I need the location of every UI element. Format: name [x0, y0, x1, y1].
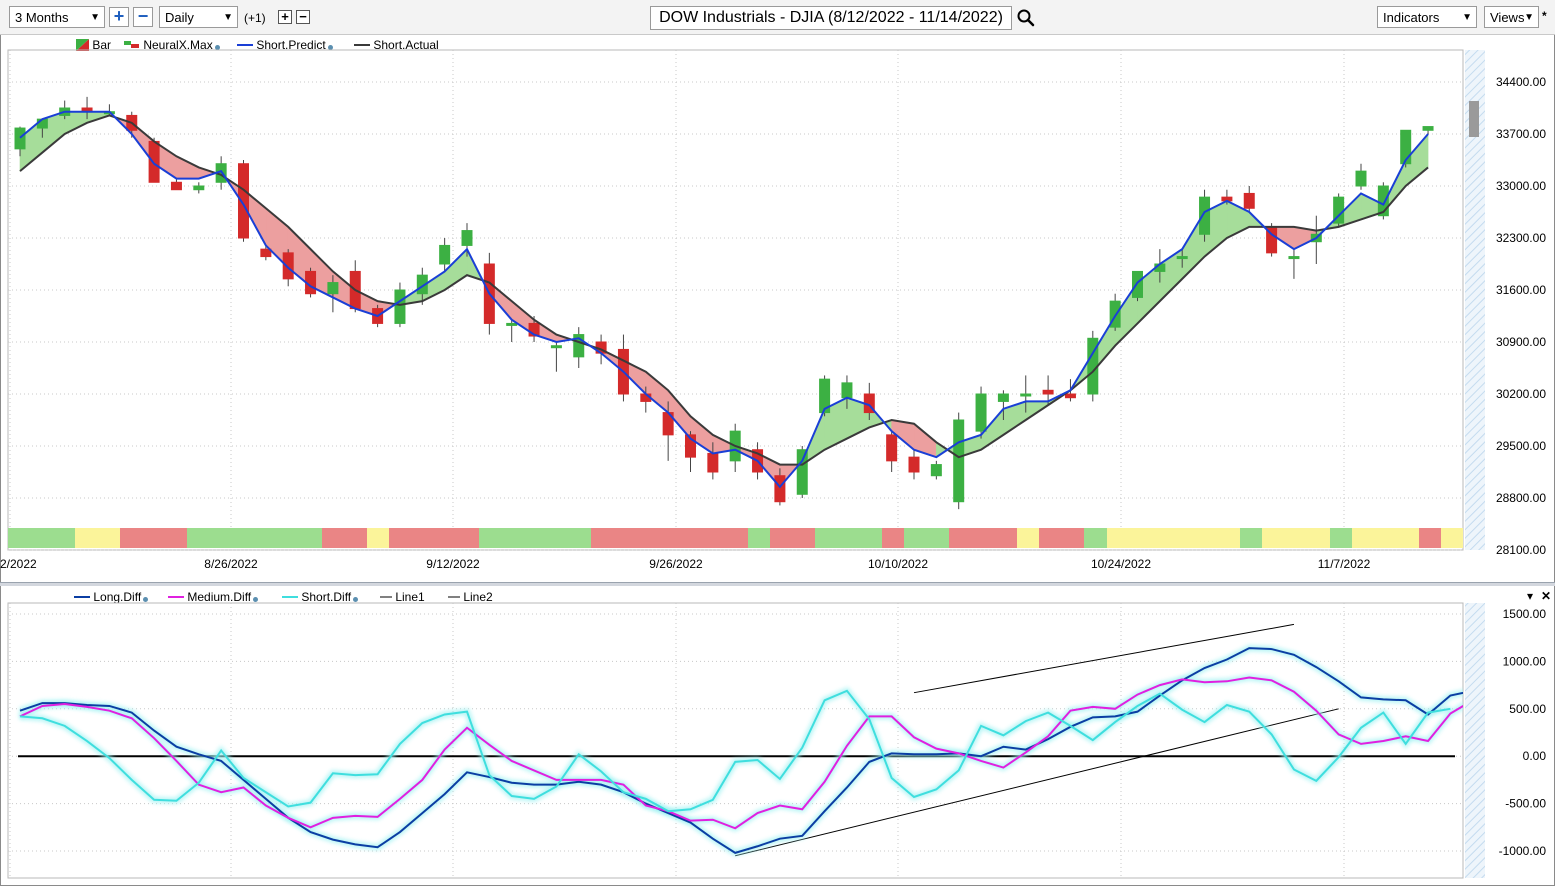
date-axis-tick-label: 9/12/2022: [426, 557, 480, 571]
signal-band-segment: [1262, 528, 1330, 548]
signal-band-segment: [770, 528, 815, 548]
oscillator-grid: [7, 602, 1485, 879]
signal-band-segment: [8, 528, 75, 548]
candle-body: [774, 475, 786, 503]
signal-band-segment: [949, 528, 1017, 548]
scroll-thumb: [1469, 101, 1479, 137]
candle-body: [886, 434, 898, 462]
signal-band-segment: [75, 528, 120, 548]
candle-body: [36, 118, 48, 129]
signal-band-segment: [1107, 528, 1240, 548]
candle-body: [461, 230, 473, 246]
signal-band-segment: [882, 528, 904, 548]
oscillator-plot-border: [7, 602, 1464, 879]
signal-band-segment: [591, 528, 748, 548]
price-plot-border: [7, 49, 1464, 551]
candle-body: [1355, 170, 1367, 187]
date-axis-tick-label: 9/26/2022: [649, 557, 703, 571]
signal-band-segment: [1330, 528, 1352, 548]
chart-canvas: 34400.00 33700.00 33000.00 32300.00 31600.00…: [0, 49, 1547, 879]
date-axis-tick-label: 10/24/2022: [1091, 557, 1151, 571]
candle-body: [930, 464, 942, 477]
candle-body: [1422, 126, 1434, 131]
price-axis-tick-label: 29500.00: [1496, 439, 1546, 453]
candle-body: [975, 393, 987, 432]
price-axis-tick-label: 28100.00: [1496, 543, 1546, 557]
date-axis-tick-label: 11/7/2022: [1318, 557, 1371, 571]
oscillator-axis-tick-label: -1000.00: [1499, 844, 1547, 858]
signal-band-segment: [322, 528, 367, 548]
short-diff-line-glow: [19, 687, 1451, 815]
candle-body: [1288, 256, 1300, 260]
oscillator-axis-tick-label: 0.00: [1523, 749, 1547, 763]
signal-band-segment: [748, 528, 770, 548]
oscillator-axis-tick-label: 1000.00: [1503, 654, 1547, 668]
price-axis-tick-label: 31600.00: [1496, 283, 1546, 297]
predict-actual-fill: [645, 371, 669, 414]
candle-body: [394, 289, 406, 324]
signal-band-segment: [904, 528, 949, 548]
medium-diff-line: [19, 676, 1463, 830]
candle-body: [282, 252, 294, 280]
price-plot: [8, 96, 1463, 548]
signal-band-segment: [1017, 528, 1039, 548]
price-axis-tick-label: 32300.00: [1496, 231, 1546, 245]
candle-body: [1064, 393, 1076, 399]
oscillator-plot: [18, 623, 1463, 857]
signal-band-segment: [187, 528, 322, 548]
price-grid: [7, 49, 1485, 551]
candle-body: [193, 185, 205, 191]
price-axis-tick-label: 28800.00: [1496, 491, 1546, 505]
signal-band-segment: [389, 528, 479, 548]
medium-diff-line-glow: [18, 674, 1463, 832]
oscillator-axis-tick-label: -500.00: [1505, 797, 1546, 811]
candle-body: [707, 452, 719, 473]
predict-actual-fill: [1003, 401, 1027, 436]
candle-body: [1176, 256, 1188, 260]
price-axis-tick-label: 33000.00: [1496, 179, 1546, 193]
price-axis-tick-label: 30900.00: [1496, 335, 1546, 349]
date-axis-tick-label: 10/10/2022: [868, 557, 928, 571]
candle-body: [1243, 192, 1255, 209]
candle-body: [550, 345, 562, 349]
candle-body: [997, 393, 1009, 402]
candle-body: [908, 456, 920, 473]
candle-body: [439, 244, 451, 265]
price-axis-tick-label: 33700.00: [1496, 127, 1546, 141]
candle-body: [1199, 196, 1211, 235]
signal-band-segment: [479, 528, 591, 548]
candle-body: [1132, 270, 1143, 298]
signal-band-segment: [815, 528, 882, 548]
signal-band-segment: [1084, 528, 1107, 548]
candle-body: [1020, 393, 1032, 397]
candle-body: [148, 140, 160, 183]
oscillator-axis-tick-label: 1500.00: [1503, 607, 1547, 621]
candle-body: [14, 127, 26, 150]
signal-band-segment: [1419, 528, 1441, 548]
date-axis-tick-label: 8/12/2022: [0, 557, 37, 571]
candle-body: [327, 282, 339, 295]
candle-body: [1042, 389, 1054, 395]
signal-band-segment: [1352, 528, 1419, 548]
signal-band-segment: [367, 528, 389, 548]
date-axis-tick-label: 8/26/2022: [204, 557, 258, 571]
signal-band-segment: [120, 528, 187, 548]
candle-body: [796, 449, 808, 495]
oscillator-axis-tick-label: 500.00: [1509, 702, 1546, 716]
signal-band-segment: [1240, 528, 1262, 548]
predict-actual-fill: [176, 155, 200, 179]
signal-band-segment: [1039, 528, 1084, 548]
candle-body: [506, 322, 518, 326]
candle-body: [841, 382, 853, 399]
price-axis-tick-label: 34400.00: [1496, 75, 1546, 89]
oscillator-scroll-gutter: [1465, 603, 1485, 878]
candle-body: [170, 181, 182, 191]
candle-body: [953, 419, 965, 503]
price-axis-tick-label: 30200.00: [1496, 387, 1546, 401]
